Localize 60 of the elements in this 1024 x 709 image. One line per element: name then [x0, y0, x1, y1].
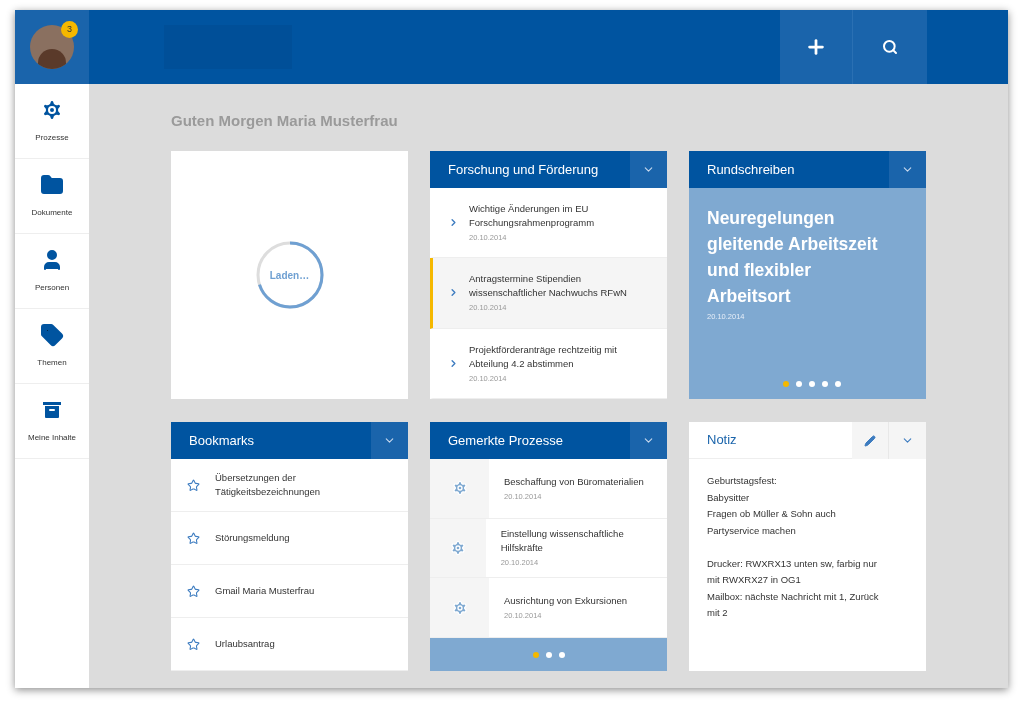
chevron-right-icon [448, 217, 459, 229]
sidebar-item[interactable]: Meine Inhalte [15, 384, 89, 459]
notification-badge: 3 [61, 21, 78, 38]
bookmark-item[interactable]: Gmail Maria Musterfrau [171, 565, 408, 618]
process-title: Beschaffung von Büromaterialien [504, 474, 644, 489]
sidebar-item[interactable]: Personen [15, 234, 89, 309]
edit-button[interactable] [852, 422, 889, 459]
star-icon [187, 478, 200, 492]
bookmark-item[interactable]: Übersetzungen der Tätigkeitsbezeichnungen [171, 459, 408, 512]
bookmark-title: Übersetzungen der Tätigkeitsbezeichnungen [215, 471, 322, 499]
sidebar-item[interactable]: Dokumente [15, 159, 89, 234]
collapse-button[interactable] [630, 422, 667, 459]
sidebar-item[interactable]: Prozesse [15, 84, 89, 159]
process-title: Ausrichtung von Exkursionen [504, 594, 628, 609]
add-button[interactable] [780, 10, 853, 84]
note-line: Drucker: RWXRX13 unten sw, farbig nur [707, 556, 878, 571]
bookmark-title: Gmail Maria Musterfrau [215, 584, 316, 598]
note-line: Geburtstagsfest: [707, 474, 778, 488]
card-title: Notiz [706, 431, 738, 450]
note-line: Mailbox: nächste Nachricht mit 1, Zurück [707, 589, 880, 604]
collapse-button[interactable] [630, 151, 667, 188]
search-button[interactable] [853, 10, 927, 84]
bookmark-item[interactable]: Urlaubsantrag [171, 618, 408, 671]
news-title: Antragstermine Stipendien wissenschaftlicher Nachwuchs RFwN [469, 272, 628, 301]
circular-headline: Neuregelungen gleitende Arbeitszeit und flexibler Arbeitsort [707, 207, 879, 308]
star-icon [187, 584, 200, 598]
greeting: Guten Morgen Maria Musterfrau [171, 111, 399, 131]
note-line: mit 2 [707, 606, 729, 620]
card-title: Bookmarks [188, 431, 256, 450]
tag-icon [40, 323, 64, 347]
card-title: Forschung und Förderung [447, 160, 600, 179]
folder-icon [40, 173, 64, 197]
news-title: Projektförderanträge rechtzeitig mit Abteilung 4.2 abstimmen [469, 342, 618, 371]
note-line: Partyservice machen [707, 523, 797, 538]
card-title: Rundschreiben [706, 160, 796, 179]
avatar[interactable] [30, 25, 74, 69]
bookmark-title: Störungsmeldung [215, 531, 291, 545]
bookmark-title: Urlaubsantrag [215, 637, 276, 651]
card-title: Gemerkte Prozesse [447, 431, 564, 450]
loading-spinner [254, 240, 325, 310]
note-line: Fragen ob Müller & Sohn auch [707, 507, 837, 521]
gear-icon [449, 540, 466, 556]
pencil-icon [864, 434, 876, 447]
gear-icon [451, 599, 468, 616]
sidebar-item[interactable]: Themen [15, 309, 89, 384]
bookmark-item[interactable]: Störungsmeldung [171, 512, 408, 565]
plus-icon [805, 36, 827, 58]
gear-icon [451, 480, 468, 497]
search-icon [882, 39, 898, 55]
loading-label: Laden… [269, 268, 310, 283]
star-icon [187, 531, 200, 545]
star-icon [187, 637, 200, 651]
chevron-right-icon [448, 357, 459, 369]
process-title: Einstellung wissenschaftliche Hilfskräfte [500, 527, 625, 556]
collapse-button[interactable] [889, 151, 926, 188]
chevron-right-icon [448, 287, 459, 299]
note-line: mit RWXRX27 in OG1 [707, 573, 802, 587]
note-line: Babysitter [707, 490, 751, 505]
collapse-button[interactable] [371, 422, 408, 459]
news-title: Wichtige Änderungen im EU Forschungsrahmenprogramm [469, 202, 596, 231]
